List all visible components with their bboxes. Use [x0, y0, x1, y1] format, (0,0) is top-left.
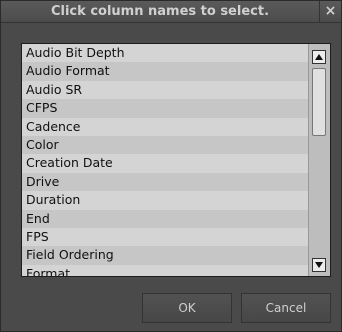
column-select-dialog: Click column names to select. × Audio Bi… [0, 0, 342, 332]
list-item[interactable]: Field Ordering [22, 246, 308, 265]
vertical-scrollbar[interactable] [308, 44, 330, 276]
list-item[interactable]: CFPS [22, 99, 308, 118]
cancel-button[interactable]: Cancel [241, 293, 331, 323]
list-item[interactable]: Duration [22, 191, 308, 210]
list-item[interactable]: Color [22, 135, 308, 155]
list-item[interactable]: Format [22, 264, 308, 276]
column-list[interactable]: Audio Bit Depth Audio Format Audio SR CF… [22, 44, 308, 276]
list-item[interactable]: Audio SR [22, 80, 308, 100]
arrow-down-icon[interactable] [312, 258, 326, 272]
list-item[interactable]: End [22, 209, 308, 228]
dialog-title: Click column names to select. [50, 4, 270, 19]
column-list-box: Audio Bit Depth Audio Format Audio SR CF… [21, 43, 331, 277]
title-bar: Click column names to select. × [1, 1, 341, 23]
ok-button[interactable]: OK [142, 293, 232, 323]
list-item[interactable]: Audio Format [22, 62, 308, 81]
scroll-thumb[interactable] [312, 68, 326, 136]
arrow-up-icon[interactable] [312, 50, 326, 64]
list-item[interactable]: Creation Date [22, 154, 308, 173]
list-item[interactable]: FPS [22, 227, 308, 247]
list-item[interactable]: Audio Bit Depth [22, 44, 308, 63]
close-icon[interactable]: × [319, 1, 341, 23]
list-item[interactable]: Cadence [22, 117, 308, 136]
list-item[interactable]: Drive [22, 172, 308, 192]
